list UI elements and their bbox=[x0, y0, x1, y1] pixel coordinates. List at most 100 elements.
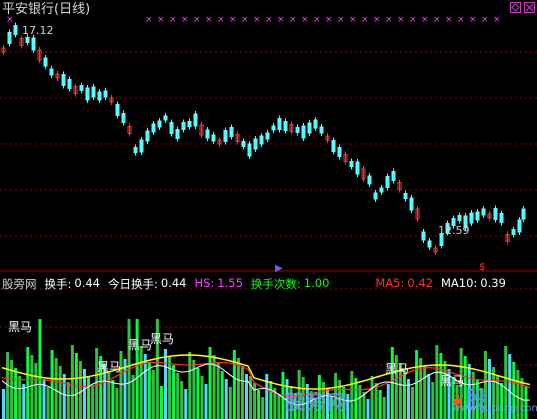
restore-icon[interactable] bbox=[510, 2, 521, 13]
candle-body bbox=[367, 175, 372, 185]
volume-bar bbox=[415, 350, 419, 419]
candle-body bbox=[301, 125, 306, 139]
candle-body bbox=[205, 129, 210, 139]
candle-body bbox=[241, 141, 246, 147]
indicator-name[interactable]: 股旁网 bbox=[2, 276, 37, 292]
signal-marker: × bbox=[145, 15, 153, 25]
volume-bar bbox=[184, 389, 188, 419]
signal-marker: × bbox=[469, 15, 477, 25]
dollar-marker: $ bbox=[479, 262, 485, 273]
signal-marker: × bbox=[217, 15, 225, 25]
volume-bar bbox=[240, 366, 244, 419]
candle-body bbox=[391, 171, 396, 181]
signal-marker: × bbox=[385, 15, 393, 25]
volume-bar bbox=[135, 319, 139, 419]
volume-bar bbox=[382, 397, 386, 419]
candle-body bbox=[403, 193, 408, 199]
candle-body bbox=[133, 147, 138, 153]
turnover-times-label: 换手次数: bbox=[250, 277, 301, 291]
candle-body bbox=[517, 219, 522, 233]
chart-title: 平安银行(日线) bbox=[2, 2, 91, 17]
candle-body bbox=[175, 129, 180, 139]
volume-bar bbox=[200, 376, 204, 419]
signal-marker: × bbox=[349, 15, 357, 25]
ma10-value: 0.39 bbox=[480, 276, 506, 290]
candle-body bbox=[409, 197, 414, 211]
ma5-value: 0.42 bbox=[407, 276, 433, 290]
volume-bar bbox=[374, 383, 378, 419]
volume-bar bbox=[232, 350, 236, 419]
low-price-label: 12.59 bbox=[438, 224, 470, 237]
signal-marker: × bbox=[301, 15, 309, 25]
signal-marker: × bbox=[445, 15, 453, 25]
signal-marker: × bbox=[181, 15, 189, 25]
candle-body bbox=[247, 143, 252, 157]
volume-bar bbox=[111, 380, 115, 419]
chart-window[interactable]: × × × × × × × × × × × × × × × × × × × × × × × × × × × × × × × ▶ $ 平安银行(日… bbox=[0, 0, 537, 419]
candle-body bbox=[511, 229, 516, 235]
volume-bar bbox=[204, 384, 208, 419]
ma5-label: MA5: bbox=[375, 276, 405, 290]
candle-body bbox=[385, 176, 390, 188]
signal-marker: × bbox=[253, 15, 261, 25]
volume-bar bbox=[46, 387, 50, 419]
candle-body bbox=[319, 126, 324, 134]
volume-bar bbox=[50, 350, 54, 419]
signal-marker: × bbox=[481, 15, 489, 25]
volume-bar bbox=[253, 383, 257, 419]
volume-bar bbox=[188, 352, 192, 419]
signal-marker: × bbox=[361, 15, 369, 25]
volume-bar bbox=[159, 386, 163, 419]
indicator-bar: 股旁网 换手: 0.44 今日换手: 0.44 HS: 1.55 换手次数: 1… bbox=[2, 276, 506, 292]
candle-body bbox=[211, 134, 216, 142]
volume-bar bbox=[168, 357, 172, 419]
signal-marker: × bbox=[337, 15, 345, 25]
candle-body bbox=[475, 211, 480, 221]
candle-body bbox=[151, 123, 156, 133]
candle-body bbox=[13, 25, 18, 35]
volume-bar bbox=[196, 368, 200, 419]
volume-bar bbox=[164, 349, 167, 419]
turnover-times-value: 1.00 bbox=[303, 276, 330, 290]
volume-bar bbox=[366, 399, 370, 419]
candle-body bbox=[283, 121, 288, 131]
candle-body bbox=[271, 125, 276, 131]
candle-body bbox=[67, 79, 72, 89]
close-icon[interactable] bbox=[524, 2, 535, 13]
signal-marker: × bbox=[277, 15, 285, 25]
turnover-label: 换手: bbox=[44, 277, 72, 291]
volume-bar bbox=[386, 384, 390, 419]
candle-body bbox=[313, 119, 318, 129]
signal-marker: × bbox=[289, 15, 297, 25]
price-chart[interactable]: × × × × × × × × × × × × × × × × × × × × × × × × × × × × × ××▶ $ bbox=[0, 0, 537, 419]
volume-bar bbox=[147, 362, 151, 419]
candle-body bbox=[493, 208, 498, 220]
signal-marker: × bbox=[169, 15, 177, 25]
volume-bar bbox=[431, 382, 435, 419]
candle-body bbox=[229, 127, 234, 137]
candle-body bbox=[265, 132, 270, 140]
volume-bar bbox=[34, 363, 38, 419]
volume-bar bbox=[224, 379, 228, 419]
candle-body bbox=[331, 140, 336, 152]
candle-body bbox=[427, 240, 432, 248]
turnover-value: 0.44 bbox=[74, 276, 100, 290]
volume-bar bbox=[10, 360, 14, 419]
volume-bar bbox=[427, 374, 431, 419]
volume-bar bbox=[139, 346, 143, 419]
signal-marker: × bbox=[421, 15, 429, 25]
volume-bar bbox=[402, 371, 406, 419]
heima-marker: 黑马 bbox=[385, 362, 410, 376]
volume-bar bbox=[257, 390, 261, 419]
volume-bar bbox=[30, 355, 34, 419]
signal-marker: × bbox=[157, 15, 165, 25]
volume-bar bbox=[350, 371, 354, 419]
candle-body bbox=[193, 113, 198, 127]
candle-body bbox=[121, 113, 126, 123]
window-controls bbox=[510, 2, 535, 13]
volume-bar bbox=[176, 373, 180, 419]
signal-marker: × bbox=[325, 15, 333, 25]
volume-bar bbox=[180, 381, 184, 419]
signal-marker: × bbox=[265, 15, 273, 25]
signal-marker: × bbox=[313, 15, 321, 25]
